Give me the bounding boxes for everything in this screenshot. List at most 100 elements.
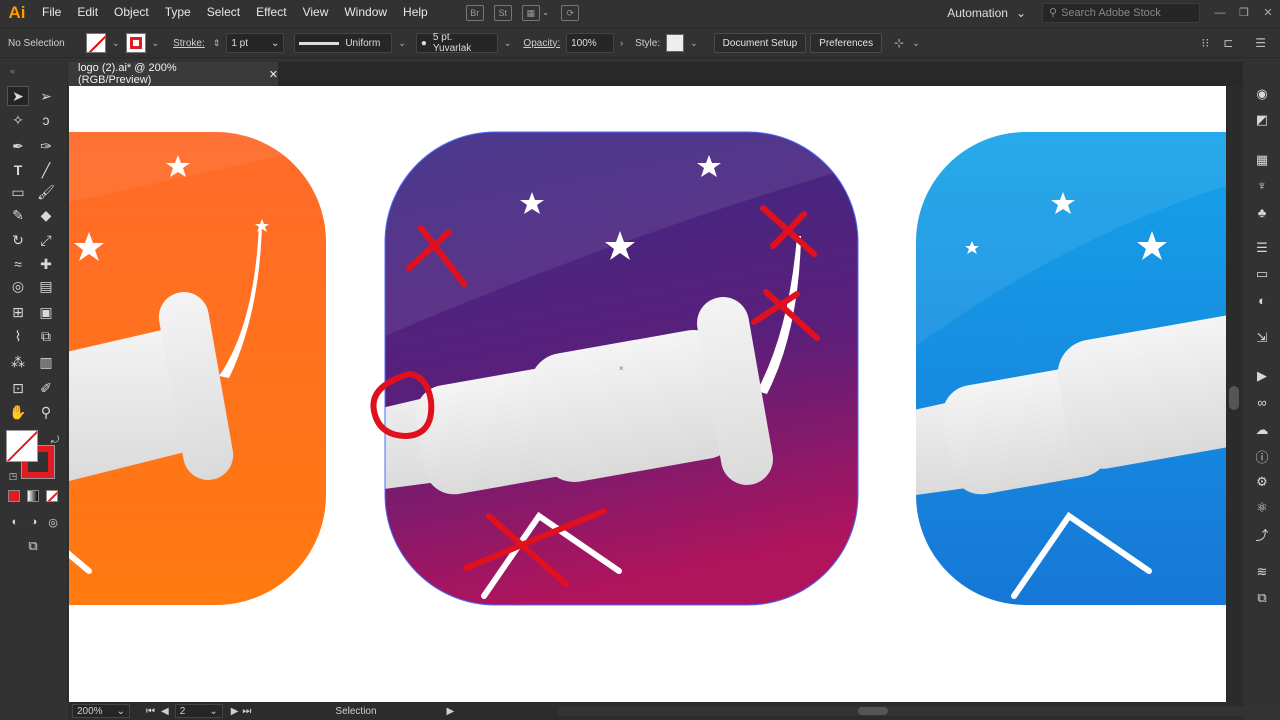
paintbrush-tool-icon[interactable]: 🖌 [35, 182, 57, 202]
chevron-down-icon[interactable]: ⌄ [398, 38, 406, 49]
eyedropper-tool-icon[interactable]: ⌇ [7, 326, 29, 346]
fill-color-swatch[interactable] [6, 430, 38, 462]
menu-edit[interactable]: Edit [69, 0, 106, 25]
menu-object[interactable]: Object [106, 0, 157, 25]
artboard-number-field[interactable]: 2 ⌄ [174, 704, 223, 718]
stroke-swatch[interactable] [125, 33, 146, 53]
gradient-mode-icon[interactable] [27, 490, 39, 502]
first-artboard-icon[interactable]: ⏮ [146, 706, 155, 717]
close-window-icon[interactable]: ✕ [1256, 6, 1280, 19]
artboards-stack-icon[interactable]: ⧉ [1253, 590, 1271, 606]
slice-tool-icon[interactable]: ✐ [35, 378, 57, 398]
menu-select[interactable]: Select [199, 0, 248, 25]
links-panel-icon[interactable]: ∞ [1253, 394, 1271, 410]
libraries-panel-icon[interactable]: ☁ [1253, 422, 1271, 438]
chevron-down-icon[interactable]: ⌄ [112, 38, 120, 49]
next-artboard-icon[interactable]: ▶ [231, 706, 239, 717]
symbol-sprayer-tool-icon[interactable]: ⁂ [7, 352, 29, 372]
selection-tool-icon[interactable]: ➤ [7, 86, 29, 106]
document-tab[interactable]: logo (2).ai* @ 200% (RGB/Preview) ✕ [68, 62, 278, 86]
chevron-down-icon[interactable]: ⌄ [152, 38, 160, 49]
magic-wand-tool-icon[interactable]: ✧ [7, 110, 29, 130]
panel-menu-icon[interactable]: ☰ [1255, 36, 1266, 50]
chevron-right-icon[interactable]: › [620, 38, 623, 48]
gpu-performance-icon[interactable]: ⟳ [561, 4, 580, 21]
puppet-warp-tool-icon[interactable]: ✚ [35, 254, 57, 274]
info-panel-icon[interactable]: ⓘ [1253, 448, 1271, 465]
style-swatch[interactable] [666, 34, 685, 52]
color-mode-icon[interactable] [8, 490, 20, 502]
chevron-down-icon[interactable]: ⌄ [542, 7, 550, 18]
blend-tool-icon[interactable]: ⧉ [35, 326, 57, 346]
shaper-tool-icon[interactable]: ✎ [7, 205, 29, 225]
stock-icon[interactable]: St [493, 4, 512, 21]
menu-effect[interactable]: Effect [248, 0, 294, 25]
settings-gear-icon[interactable]: ⚙ [1253, 474, 1271, 490]
line-tool-icon[interactable]: ╱ [35, 160, 57, 180]
variable-width-profile[interactable]: Uniform [294, 33, 393, 53]
stepper-icon[interactable]: ⇕ [213, 38, 221, 49]
symbols-panel-icon[interactable]: ♣ [1253, 204, 1271, 220]
lasso-tool-icon[interactable]: ↄ [35, 110, 57, 130]
brush-definition[interactable]: ● 5 pt. Yuvarlak [415, 32, 498, 54]
arrange-documents-icon[interactable]: ▦ [521, 4, 540, 21]
zoom-tool-icon[interactable]: ⚲ [35, 402, 57, 422]
type-tool-icon[interactable]: T [7, 160, 29, 180]
draw-inside-icon[interactable]: ◎ [42, 512, 64, 532]
menu-file[interactable]: File [34, 0, 69, 25]
layers-panel-icon[interactable]: ≋ [1253, 564, 1271, 580]
gradient-tool-icon[interactable]: ▣ [35, 302, 57, 322]
rectangle-tool-icon[interactable]: ▭ [7, 182, 29, 202]
hand-tool-icon[interactable]: ✋ [7, 402, 29, 422]
stock-search-input[interactable]: ⚲ Search Adobe Stock [1042, 2, 1200, 23]
last-artboard-icon[interactable]: ⏭ [242, 706, 251, 717]
actions-play-icon[interactable]: ▶ [1253, 368, 1271, 384]
transparency-panel-icon[interactable]: ◐ [1253, 292, 1271, 308]
curvature-tool-icon[interactable]: ✑ [35, 136, 57, 156]
asset-export-icon[interactable]: ⚛ [1253, 500, 1271, 516]
opacity-field[interactable]: 100% [566, 33, 615, 53]
menu-type[interactable]: Type [157, 0, 199, 25]
fill-swatch[interactable] [86, 33, 106, 53]
export-panel-icon[interactable]: ⇲ [1253, 330, 1271, 346]
collapse-icon[interactable]: « [10, 66, 15, 76]
arrange-icon[interactable]: ⊏ [1223, 36, 1233, 50]
perspective-grid-tool-icon[interactable]: ▤ [35, 276, 57, 296]
menu-view[interactable]: View [295, 0, 337, 25]
direct-selection-tool-icon[interactable]: ➢ [35, 86, 57, 106]
artboards-panel-icon[interactable]: ⤴ [1253, 526, 1271, 543]
menu-window[interactable]: Window [336, 0, 395, 25]
transform-icon[interactable]: ⊹ [894, 36, 904, 50]
color-panel-icon[interactable]: ◉ [1253, 86, 1271, 102]
gradient-panel-icon[interactable]: ▭ [1253, 266, 1271, 282]
preferences-button[interactable]: Preferences [810, 33, 883, 53]
horizontal-scrollbar[interactable] [558, 706, 1280, 716]
status-menu-icon[interactable]: ▶ [447, 706, 455, 717]
vertical-scrollbar[interactable] [1226, 86, 1242, 702]
menu-help[interactable]: Help [395, 0, 436, 25]
eraser-tool-icon[interactable]: ◆ [35, 205, 57, 225]
chevron-down-icon[interactable]: ⌄ [504, 38, 512, 49]
stroke-weight-field[interactable]: 1 pt ⌄ [226, 33, 285, 53]
opacity-label[interactable]: Opacity: [523, 38, 560, 49]
swap-fill-stroke-icon[interactable]: ⤾ [44, 430, 66, 450]
none-mode-icon[interactable] [46, 490, 58, 502]
align-icon[interactable]: ⁝⁝ [1202, 36, 1210, 50]
workspace-switcher[interactable]: Automation ⌄ [947, 6, 1026, 20]
minimize-icon[interactable]: — [1208, 7, 1232, 19]
shape-builder-tool-icon[interactable]: ◎ [7, 276, 29, 296]
close-tab-icon[interactable]: ✕ [269, 68, 278, 81]
screen-mode-icon[interactable]: ⧉ [22, 536, 44, 556]
width-tool-icon[interactable]: ≈ [7, 254, 29, 274]
restore-icon[interactable]: ❐ [1232, 6, 1256, 19]
artboard-canvas[interactable]: × [69, 86, 1226, 702]
chevron-down-icon[interactable]: ⌄ [690, 38, 698, 49]
brushes-panel-icon[interactable]: ♆ [1253, 177, 1271, 193]
pen-tool-icon[interactable]: ✒ [7, 136, 29, 156]
chevron-down-icon[interactable]: ⌄ [912, 38, 920, 49]
column-graph-tool-icon[interactable]: ▥ [35, 352, 57, 372]
document-setup-button[interactable]: Document Setup [713, 33, 807, 53]
default-fill-stroke-icon[interactable]: ◳ [2, 466, 24, 486]
stroke-label[interactable]: Stroke: [173, 38, 205, 49]
color-guide-icon[interactable]: ◩ [1253, 112, 1271, 128]
